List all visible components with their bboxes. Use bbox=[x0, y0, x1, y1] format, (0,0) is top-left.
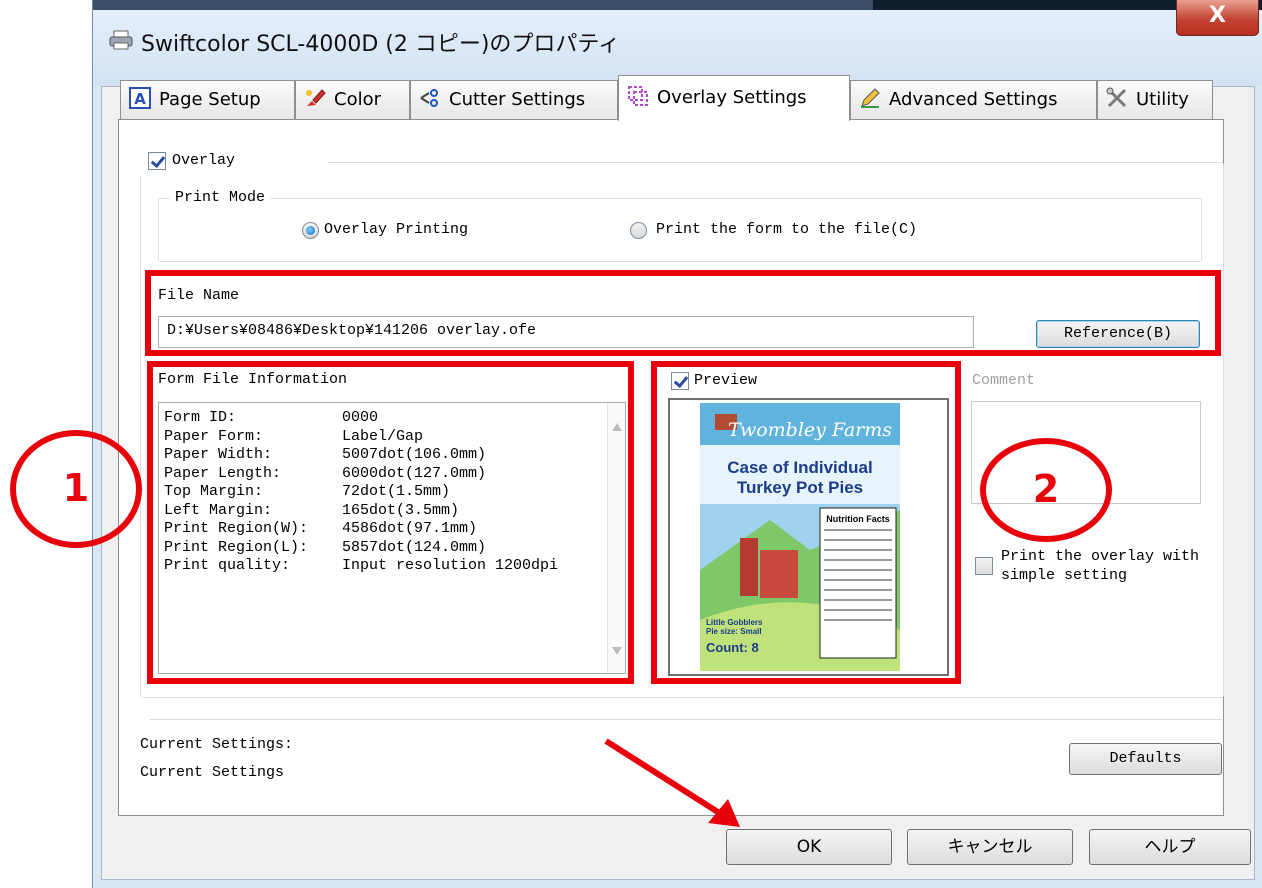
ok-button[interactable]: OK bbox=[726, 829, 892, 865]
advanced-pencil-icon bbox=[861, 88, 880, 108]
simple-setting-label-line2: simple setting bbox=[1001, 567, 1128, 584]
cutter-icon bbox=[420, 89, 438, 107]
current-settings-value: Current Settings bbox=[140, 764, 285, 781]
tab-overlay-settings-label: Overlay Settings bbox=[657, 87, 807, 108]
tab-utility-label: Utility bbox=[1136, 89, 1189, 110]
defaults-button[interactable]: Defaults bbox=[1069, 743, 1222, 775]
tab-cutter-settings-label: Cutter Settings bbox=[449, 89, 586, 110]
separator-line bbox=[150, 719, 1222, 721]
file-name-highlight bbox=[145, 270, 1221, 356]
current-settings-label: Current Settings: bbox=[140, 736, 294, 753]
close-button[interactable]: X bbox=[1176, 0, 1259, 36]
overlay-printing-label[interactable]: Overlay Printing bbox=[324, 221, 468, 238]
page-setup-icon: A bbox=[129, 87, 151, 109]
print-form-to-file-radio[interactable] bbox=[630, 222, 647, 239]
cancel-button[interactable]: キャンセル bbox=[907, 829, 1073, 865]
utility-tools-icon bbox=[1106, 87, 1127, 108]
overlay-printing-radio[interactable] bbox=[302, 222, 319, 239]
simple-setting-checkbox[interactable] bbox=[975, 557, 993, 575]
overlay-header: Overlay bbox=[140, 148, 328, 176]
title-bar: Swiftcolor SCL-4000D (2 コピー)のプロパティ X bbox=[93, 0, 1262, 86]
tab-advanced-settings-label: Advanced Settings bbox=[889, 89, 1058, 110]
tab-color-label: Color bbox=[334, 89, 381, 110]
overlay-checkbox[interactable] bbox=[148, 152, 166, 170]
form-info-highlight bbox=[147, 361, 634, 684]
tab-utility[interactable]: Utility bbox=[1097, 80, 1213, 119]
tab-page-setup-label: Page Setup bbox=[159, 89, 261, 110]
tab-advanced-settings[interactable]: Advanced Settings bbox=[850, 80, 1097, 119]
annotation-circle-2: 2 bbox=[980, 438, 1112, 542]
svg-text:A: A bbox=[134, 90, 146, 108]
annotation-circle-1: 1 bbox=[10, 430, 142, 548]
print-form-to-file-label[interactable]: Print the form to the file(C) bbox=[656, 221, 917, 238]
tab-color[interactable]: Color bbox=[295, 80, 410, 119]
color-brush-icon bbox=[306, 89, 326, 106]
preview-highlight bbox=[651, 361, 961, 684]
overlay-icon bbox=[628, 86, 648, 106]
overlay-label: Overlay bbox=[172, 152, 236, 169]
help-button[interactable]: ヘルプ bbox=[1089, 829, 1251, 865]
tab-overlay-settings[interactable]: Overlay Settings bbox=[618, 75, 850, 121]
simple-setting-label-line1: Print the overlay with bbox=[1001, 548, 1200, 565]
window-title: Swiftcolor SCL-4000D (2 コピー)のプロパティ bbox=[141, 32, 621, 57]
comment-label: Comment bbox=[972, 372, 1036, 389]
tab-page-setup[interactable]: A Page Setup bbox=[120, 80, 295, 119]
printer-icon bbox=[109, 30, 133, 50]
print-mode-label: Print Mode bbox=[170, 189, 271, 206]
tab-cutter-settings[interactable]: Cutter Settings bbox=[410, 80, 618, 119]
annotation-arrow-icon bbox=[604, 738, 740, 827]
